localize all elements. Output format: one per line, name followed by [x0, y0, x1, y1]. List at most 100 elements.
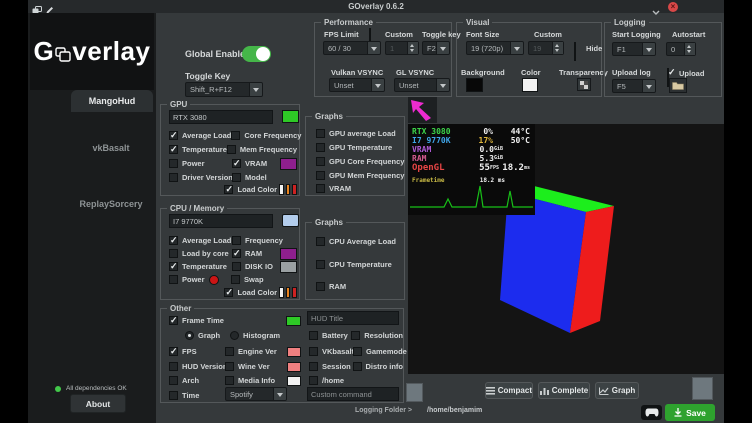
- font-custom-spinner[interactable]: 19: [528, 41, 564, 55]
- cpu-disk-io-checkbox[interactable]: DISK IO: [232, 262, 280, 271]
- toggle-key-dropdown[interactable]: Shift_R+F12: [185, 82, 263, 97]
- histogram-radio[interactable]: Histogram: [230, 331, 280, 340]
- media-info-checkbox[interactable]: Media Info: [225, 376, 287, 385]
- load-color-swatch-mid[interactable]: [286, 184, 291, 195]
- sidebar-item-vkbasalt[interactable]: vkBasalt: [61, 143, 161, 153]
- media-info-color-swatch[interactable]: [287, 376, 301, 386]
- minimize-chevron-icon[interactable]: [652, 3, 660, 9]
- gpu-mem-frequency-checkbox[interactable]: Mem Frequency: [227, 145, 297, 154]
- logging-folder-value[interactable]: /home/benjamim: [427, 407, 482, 414]
- about-button[interactable]: About: [70, 394, 126, 413]
- scroll-corner-button[interactable]: [406, 383, 423, 402]
- cpu-frequency-checkbox[interactable]: Frequency: [232, 236, 297, 245]
- upload-folder-button[interactable]: [669, 78, 687, 93]
- graph-cpu-average-load-checkbox[interactable]: CPU Average Load: [316, 237, 396, 246]
- load-color-swatch-low[interactable]: [279, 184, 284, 195]
- arch-checkbox[interactable]: Arch: [169, 376, 225, 385]
- frame-time-checkbox[interactable]: Frame Time: [169, 316, 286, 325]
- gamepad-button[interactable]: [641, 405, 662, 420]
- scroll-corner-button[interactable]: [692, 377, 713, 400]
- gpu-vram-checkbox[interactable]: VRAM: [232, 159, 280, 168]
- spinner-arrows-icon[interactable]: [684, 43, 695, 55]
- spinner-arrows-icon[interactable]: [407, 42, 418, 54]
- fps-checkbox[interactable]: FPS: [169, 347, 225, 356]
- upload-log-dropdown[interactable]: F5: [612, 79, 656, 93]
- gpu-temperature-checkbox[interactable]: Temperature: [169, 145, 227, 154]
- load-color-swatch-high[interactable]: [292, 287, 297, 298]
- hud-title-input[interactable]: [307, 311, 399, 325]
- cpu-power-checkbox[interactable]: Power: [169, 275, 209, 284]
- wine-ver-checkbox[interactable]: Wine Ver: [225, 362, 287, 371]
- save-button[interactable]: Save: [665, 404, 715, 421]
- cpu-power-color-swatch[interactable]: [209, 275, 219, 285]
- cpu-load-by-core-checkbox[interactable]: Load by core: [169, 249, 232, 258]
- cpu-color-swatch[interactable]: [282, 214, 299, 227]
- graph-gpu-temperature-checkbox[interactable]: GPU Temperature: [316, 143, 392, 152]
- cpu-load-color-checkbox[interactable]: Load Color: [224, 288, 277, 297]
- home-checkbox[interactable]: /home: [309, 376, 344, 385]
- cpu-swap-checkbox[interactable]: Swap: [231, 275, 297, 284]
- graph-gpu-core-frequency-checkbox[interactable]: GPU Core Frequency: [316, 157, 404, 166]
- autostart-spinner[interactable]: 0: [666, 42, 696, 56]
- resolution-checkbox[interactable]: Resolution: [351, 331, 403, 340]
- gpu-power-checkbox[interactable]: Power: [169, 159, 232, 168]
- graph-gpu-mem-frequency-checkbox[interactable]: GPU Mem Frequency: [316, 171, 404, 180]
- fps-custom-spinner[interactable]: 1: [385, 41, 419, 55]
- gpu-core-frequency-checkbox[interactable]: Core Frequency: [231, 131, 301, 140]
- frame-time-color-swatch[interactable]: [286, 316, 301, 326]
- session-checkbox[interactable]: Session: [309, 362, 353, 371]
- engine-ver-color-swatch[interactable]: [287, 347, 301, 357]
- background-color-swatch[interactable]: [466, 78, 483, 92]
- gamemode-checkbox[interactable]: Gamemode: [353, 347, 407, 356]
- graph-ram-checkbox[interactable]: RAM: [316, 282, 346, 291]
- load-color-swatch-mid[interactable]: [286, 287, 291, 298]
- hide-checkbox[interactable]: [574, 42, 576, 61]
- distro-info-checkbox[interactable]: Distro info: [353, 362, 404, 371]
- close-icon[interactable]: ×: [668, 2, 678, 12]
- engine-ver-checkbox[interactable]: Engine Ver: [225, 347, 287, 356]
- hud-version-checkbox[interactable]: HUD Version: [169, 362, 225, 371]
- compact-button[interactable]: Compact: [485, 382, 533, 399]
- vram-color-swatch[interactable]: [280, 158, 297, 170]
- hud-position-button[interactable]: [408, 97, 437, 123]
- cpu-average-load-checkbox[interactable]: Average Load: [169, 236, 232, 245]
- complete-button[interactable]: Complete: [538, 382, 590, 399]
- graph-button[interactable]: Graph: [595, 382, 639, 399]
- gl-vsync-dropdown[interactable]: Unset: [394, 78, 450, 92]
- graph-gpu-average-load-checkbox[interactable]: GPU average Load: [316, 129, 396, 138]
- wine-ver-color-swatch[interactable]: [287, 362, 301, 372]
- spinner-arrows-icon[interactable]: [552, 42, 563, 54]
- gpu-name-input[interactable]: [169, 110, 273, 124]
- gpu-color-swatch[interactable]: [282, 110, 299, 123]
- media-player-dropdown[interactable]: Spotify: [225, 387, 287, 401]
- sidebar-item-replaysorcery[interactable]: ReplaySorcery: [61, 199, 161, 209]
- vulkan-vsync-dropdown[interactable]: Unset: [329, 78, 385, 92]
- load-color-swatch-low[interactable]: [279, 287, 284, 298]
- cpu-temperature-checkbox[interactable]: Temperature: [169, 262, 232, 271]
- sidebar-item-mangohud[interactable]: MangoHud: [71, 90, 153, 112]
- battery-checkbox[interactable]: Battery: [309, 331, 351, 340]
- transparency-button[interactable]: [577, 78, 591, 91]
- logo-text-g: G: [34, 36, 55, 67]
- cpu-name-input[interactable]: [169, 214, 273, 228]
- font-size-dropdown[interactable]: 19 (720p): [466, 41, 524, 55]
- gpu-load-color-checkbox[interactable]: Load Color: [224, 185, 277, 194]
- load-color-swatch-high[interactable]: [292, 184, 297, 195]
- vkbasalt-checkbox[interactable]: VKbasalt: [309, 347, 353, 356]
- fps-limit-dropdown[interactable]: 60 / 30: [323, 41, 381, 55]
- start-logging-dropdown[interactable]: F1: [612, 42, 656, 56]
- text-color-swatch[interactable]: [522, 78, 538, 92]
- graph-vram-checkbox[interactable]: VRAM: [316, 184, 351, 193]
- graph-cpu-temperature-checkbox[interactable]: CPU Temperature: [316, 260, 392, 269]
- ram-color-swatch[interactable]: [280, 248, 297, 260]
- graph-radio[interactable]: Graph: [185, 331, 230, 340]
- cpu-ram-checkbox[interactable]: RAM: [232, 249, 280, 258]
- gpu-model-checkbox[interactable]: Model: [232, 173, 297, 182]
- custom-command-input[interactable]: [307, 387, 399, 401]
- gpu-driver-version-checkbox[interactable]: Driver Version: [169, 173, 232, 182]
- global-enable-toggle[interactable]: [242, 46, 271, 62]
- fps-toggle-key-dropdown[interactable]: F2: [422, 41, 450, 55]
- gpu-average-load-checkbox[interactable]: Average Load: [169, 131, 231, 140]
- time-checkbox[interactable]: Time: [169, 391, 225, 400]
- disk-io-color-swatch[interactable]: [280, 261, 297, 273]
